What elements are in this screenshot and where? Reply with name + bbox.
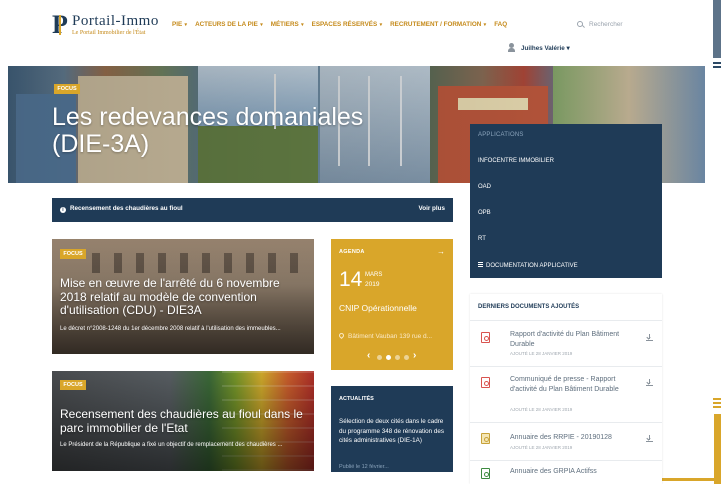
caret-down-icon: ▾: [564, 45, 570, 52]
agenda-event-title[interactable]: CNIP Opérationnelle: [339, 303, 417, 313]
applications-header: APPLICATIONS: [478, 132, 524, 138]
notice-bar: i Recensement des chaudières au fioul Vo…: [52, 198, 453, 222]
pdf-file-icon: [481, 332, 490, 343]
agenda-label: AGENDA: [339, 249, 365, 255]
focus-card-cdu[interactable]: FOCUS Mise en œuvre de l'arrêté du 6 nov…: [52, 239, 314, 354]
card-title[interactable]: Recensement des chaudières au fioul dans…: [60, 407, 306, 435]
nav-item-metiers[interactable]: MÉTIERS ▾: [271, 19, 304, 31]
nav-item-recrutement[interactable]: RECRUTEMENT / FORMATION ▾: [390, 19, 486, 31]
document-item[interactable]: Rapport d'activité du Plan Bâtiment Dura…: [470, 320, 662, 366]
pager-dot[interactable]: [377, 355, 382, 360]
caret-down-icon: ▾: [299, 22, 304, 28]
agenda-day: 14: [339, 268, 363, 291]
agenda-location: Bâtiment Vauban 139 rue d...: [337, 331, 432, 340]
focus-badge: FOCUS: [60, 249, 86, 259]
agenda-month: MARS: [365, 272, 383, 278]
focus-card-chaudieres[interactable]: FOCUS Recensement des chaudières au fiou…: [52, 371, 314, 471]
pager-dot[interactable]: [395, 355, 400, 360]
nav-item-faq[interactable]: FAQ: [494, 19, 507, 31]
nav-item-pie[interactable]: PIE ▾: [172, 19, 187, 31]
caret-down-icon: ▾: [482, 22, 487, 28]
site-logo[interactable]: P Portail-Immo Le Portail Immobilier de …: [52, 12, 167, 38]
list-icon: [478, 262, 483, 267]
app-item-rt[interactable]: RT: [478, 236, 486, 242]
nav-item-espaces-reserves[interactable]: ESPACES RÉSERVÉS ▾: [312, 19, 382, 31]
pager-dot[interactable]: [404, 355, 409, 360]
spreadsheet-file-icon: [481, 468, 490, 479]
card-title[interactable]: Mise en œuvre de l'arrêté du 6 novembre …: [60, 276, 306, 318]
info-icon: i: [60, 207, 66, 213]
pager-dot-active[interactable]: [386, 355, 391, 360]
document-title[interactable]: Annuaire des RRPIE - 20190128: [510, 433, 630, 443]
document-title[interactable]: Annuaire des GRPIA Actifss: [510, 467, 630, 477]
caret-down-icon: ▾: [183, 22, 188, 28]
app-item-oad[interactable]: OAD: [478, 184, 491, 190]
download-icon[interactable]: [646, 334, 654, 342]
card-description: Le Président de la République a fixé un …: [60, 442, 283, 448]
app-item-documentation[interactable]: DOCUMENTATION APPLICATIVE: [478, 262, 578, 269]
see-more-link[interactable]: Voir plus: [419, 205, 445, 212]
caret-down-icon: ▾: [258, 22, 263, 28]
agenda-pager: ‹ ›: [367, 350, 421, 362]
card-description: Le décret n°2008-1248 du 1er décembre 20…: [60, 326, 281, 332]
arrow-right-icon[interactable]: →: [437, 247, 445, 256]
user-menu[interactable]: Juilhes Valérie ▾: [508, 43, 570, 55]
pdf-file-icon: [481, 377, 490, 388]
logo-title: Portail-Immo: [72, 13, 159, 29]
document-date: AJOUTÉ LE 28 JANVIER 2019: [510, 445, 573, 450]
app-item-infocentre[interactable]: INFOCENTRE IMMOBILIER: [478, 158, 554, 164]
chevron-right-icon[interactable]: ›: [413, 350, 416, 361]
chevron-left-icon[interactable]: ‹: [367, 350, 370, 361]
document-item[interactable]: Communiqué de presse - Rapport d'activit…: [470, 366, 662, 422]
hero-title[interactable]: Les redevances domaniales (DIE-3A): [52, 104, 412, 158]
document-item[interactable]: Annuaire des RRPIE - 20190128 AJOUTÉ LE …: [470, 422, 662, 460]
news-date: Publié le 12 février...: [339, 464, 389, 470]
search-icon: [577, 21, 583, 27]
documents-header: DERNIERS DOCUMENTS AJOUTÉS: [478, 304, 580, 310]
menu-lines-icon: [713, 62, 721, 72]
notice-text: Recensement des chaudières au fioul: [70, 205, 183, 212]
gold-edge-decoration: [714, 414, 721, 484]
gold-lines-decoration: [713, 398, 721, 412]
caret-down-icon: ▾: [378, 22, 383, 28]
document-date: AJOUTÉ LE 28 JANVIER 2019: [510, 407, 573, 412]
map-pin-icon: [337, 331, 346, 340]
news-text[interactable]: Sélection de deux cités dans le cadre du…: [339, 417, 449, 446]
document-title[interactable]: Rapport d'activité du Plan Bâtiment Dura…: [510, 330, 620, 349]
news-label: ACTUALITÉS: [339, 396, 374, 402]
nav-item-acteurs[interactable]: ACTEURS DE LA PIE ▾: [195, 19, 263, 31]
image-file-icon: [481, 433, 490, 444]
app-item-opb[interactable]: OPB: [478, 210, 491, 216]
logo-mark-icon: P: [52, 10, 68, 39]
agenda-widget: AGENDA → 14 MARS 2019 CNIP Opérationnell…: [331, 239, 453, 370]
site-header: P Portail-Immo Le Portail Immobilier de …: [0, 0, 721, 66]
document-title[interactable]: Communiqué de presse - Rapport d'activit…: [510, 375, 620, 394]
agenda-year: 2019: [365, 281, 380, 288]
user-icon: [508, 43, 515, 52]
download-icon[interactable]: [646, 435, 654, 443]
document-date: AJOUTÉ LE 28 JANVIER 2019: [510, 351, 573, 356]
applications-dropdown: APPLICATIONS INFOCENTRE IMMOBILIER OAD O…: [470, 124, 662, 278]
logo-subtitle: Le Portail Immobilier de l'État: [72, 30, 146, 36]
download-icon[interactable]: [646, 379, 654, 387]
search-input[interactable]: Rechercher: [577, 18, 647, 32]
main-nav: PIE ▾ ACTEURS DE LA PIE ▾ MÉTIERS ▾ ESPA…: [172, 19, 507, 31]
focus-badge: FOCUS: [60, 380, 86, 390]
hero-focus-badge: FOCUS: [54, 84, 80, 94]
news-widget: ACTUALITÉS Sélection de deux cités dans …: [331, 386, 453, 472]
latest-documents-panel: DERNIERS DOCUMENTS AJOUTÉS Rapport d'act…: [470, 294, 662, 484]
document-item[interactable]: Annuaire des GRPIA Actifss: [470, 460, 662, 484]
scrollbar-edge: [713, 0, 721, 58]
